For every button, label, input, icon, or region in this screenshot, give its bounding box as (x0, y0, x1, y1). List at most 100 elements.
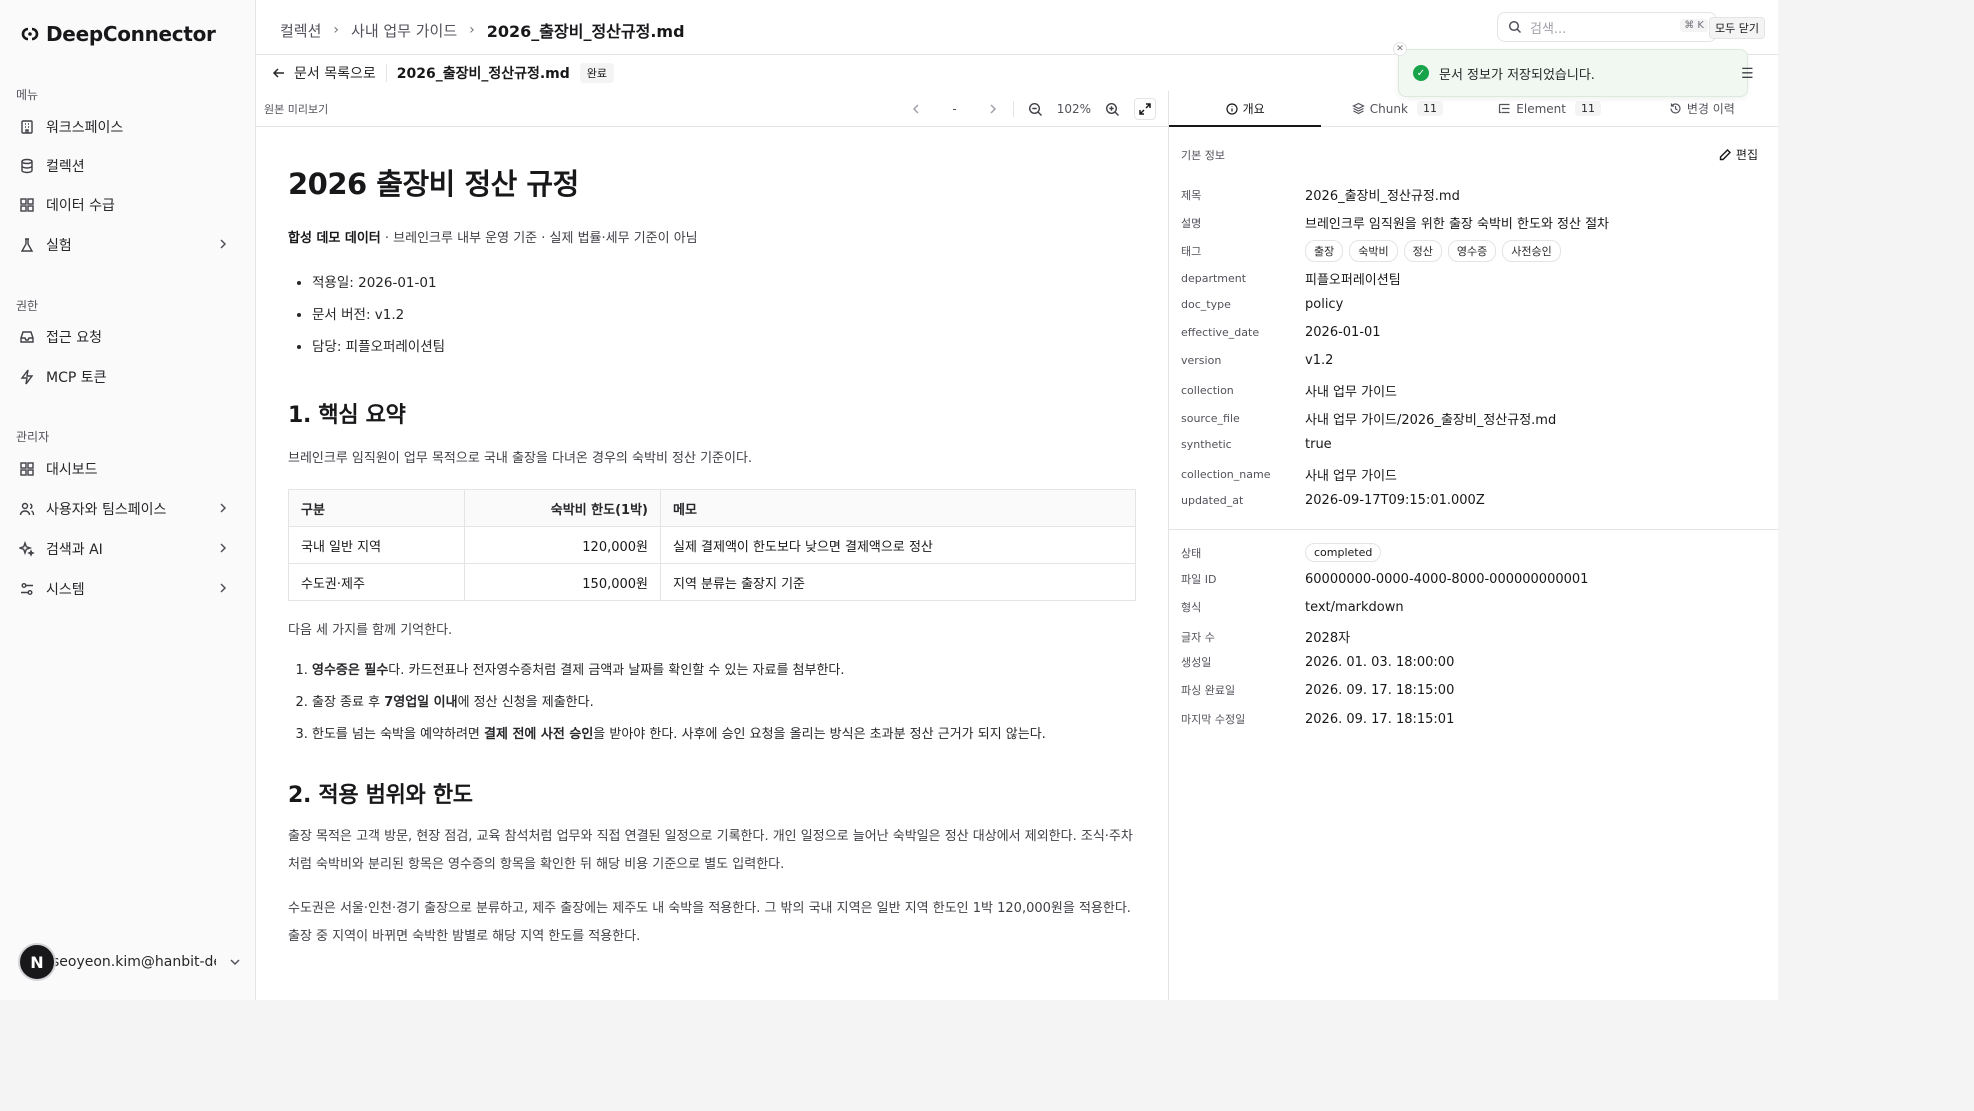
field-key: synthetic (1181, 438, 1232, 451)
sidebar-item-users-teamspaces[interactable]: 사용자와 팀스페이스 (10, 492, 242, 526)
field-key: doc_type (1181, 298, 1231, 311)
user-menu[interactable]: N seoyeon.kim@hanbit-de... (18, 943, 242, 981)
paragraph: 수도권은 서울·인천·경기 출장으로 분류하고, 제주 출장에는 제주도 내 숙… (288, 901, 1131, 944)
field-row: 설명 브레인크루 임직원을 위한 출장 숙박비 한도와 정산 절차 (1181, 213, 1761, 233)
field-value: true (1305, 437, 1332, 452)
field-key: 설명 (1181, 216, 1202, 230)
field-key: 태그 (1181, 245, 1202, 258)
next-page-button[interactable] (987, 103, 999, 115)
tab-label: 변경 이력 (1686, 102, 1735, 116)
flask-icon (18, 236, 36, 254)
field-value: 2026. 09. 17. 18:15:01 (1305, 711, 1455, 727)
chevron-down-icon (228, 954, 242, 973)
chevron-right-icon (218, 581, 228, 599)
field-row: 마지막 수정일 2026. 09. 17. 18:15:01 (1181, 711, 1761, 727)
divider (1012, 101, 1014, 117)
breadcrumb-collection[interactable]: 사내 업무 가이드 (351, 20, 457, 41)
chevron-right-icon (218, 541, 228, 559)
table-cell: 수도권·제주 (288, 563, 465, 601)
field-key: 마지막 수정일 (1181, 713, 1246, 726)
tab-overview[interactable]: 개요 (1169, 91, 1322, 127)
field-key: updated_at (1181, 494, 1244, 507)
sidebar-item-workspace[interactable]: 워크스페이스 (10, 110, 242, 144)
field-row: 파싱 완료일 2026. 09. 17. 18:15:00 (1181, 682, 1761, 698)
limits-table: 구분 숙박비 한도(1박) 메모 국내 일반 지역 120,000원 실제 결제… (288, 489, 1136, 601)
section-heading: 1. 핵심 요약 (288, 403, 406, 428)
field-value: v1.2 (1305, 353, 1334, 368)
tag: 출장 (1305, 240, 1344, 262)
menu-icon[interactable]: ☰ (1741, 66, 1754, 82)
arrow-left-icon (272, 66, 286, 80)
field-row: 글자 수 2028자 (1181, 627, 1761, 647)
sidebar-item-data-ingest[interactable]: 데이터 수급 (10, 188, 242, 222)
close-icon[interactable]: ✕ (1393, 42, 1407, 56)
document-body: 2026 출장비 정산 규정 합성 데모 데이터 · 브레인크루 내부 운영 기… (288, 161, 1136, 951)
paragraph: 출장 목적은 고객 방문, 현장 점검, 교육 참석처럼 업무와 직접 연결된 … (288, 829, 1133, 872)
search-shortcut: ⌘ K (1680, 19, 1708, 32)
sidebar: DeepConnector 메뉴 워크스페이스 컬렉션 데이터 수급 실험 권한… (0, 0, 256, 1000)
field-row: 생성일 2026. 01. 03. 18:00:00 (1181, 654, 1761, 670)
back-label: 문서 목록으로 (294, 66, 376, 82)
sidebar-item-label: 데이터 수급 (46, 198, 115, 214)
zoom-out-button[interactable] (1028, 102, 1043, 117)
list-tree-icon (1498, 102, 1511, 115)
sidebar-item-label: 컬렉션 (46, 159, 85, 175)
preview-header: 원본 미리보기 - 102% (256, 91, 1168, 127)
info-icon (1225, 102, 1238, 115)
field-row: collection_name 사내 업무 가이드 (1181, 465, 1761, 484)
field-row: doc_type policy (1181, 297, 1761, 312)
sidebar-item-experiments[interactable]: 실험 (10, 228, 242, 262)
field-value: 사내 업무 가이드 (1305, 469, 1397, 484)
tab-count: 11 (1574, 101, 1601, 116)
sidebar-item-dashboard[interactable]: 대시보드 (10, 452, 242, 486)
edit-button[interactable]: 편집 (1718, 146, 1758, 163)
field-row: 제목 2026_출장비_정산규정.md (1181, 185, 1761, 205)
tab-label: 개요 (1242, 102, 1265, 116)
chevron-right-icon: › (333, 22, 340, 38)
dismiss-all-button[interactable]: 모두 닫기 (1709, 17, 1765, 39)
field-value: 2026-01-01 (1305, 325, 1381, 340)
table-cell: 실제 결제액이 한도보다 낮으면 결제액으로 정산 (660, 526, 1136, 564)
sidebar-item-collections[interactable]: 컬렉션 (10, 149, 242, 183)
tag: 정산 (1403, 240, 1442, 262)
sidebar-item-label: 접근 요청 (46, 330, 102, 346)
sidebar-item-search-ai[interactable]: 검색과 AI (10, 532, 242, 566)
nav-section-admin: 관리자 (16, 430, 50, 444)
chevron-right-icon (218, 501, 228, 519)
tab-count: 11 (1416, 101, 1443, 116)
zoom-in-button[interactable] (1105, 102, 1120, 117)
paragraph: 다음 세 가지를 함께 기억한다. (288, 623, 453, 638)
list-item: 영수증은 필수다. 카드전표나 전자영수증처럼 결제 금액과 날짜를 확인할 수… (312, 655, 1136, 687)
table-cell: 국내 일반 지역 (288, 526, 465, 564)
bolt-icon (18, 368, 36, 386)
field-row: source_file 사내 업무 가이드/2026_출장비_정산규정.md (1181, 409, 1761, 428)
brand-logo[interactable]: DeepConnector (20, 22, 216, 46)
avatar: N (18, 943, 56, 981)
field-row: updated_at 2026-09-17T09:15:01.000Z (1181, 493, 1761, 508)
source-preview: 원본 미리보기 - 102% 2026 출장비 정산 규정 합성 데모 데이터 … (256, 91, 1169, 1000)
field-row: synthetic true (1181, 437, 1761, 452)
prev-page-button[interactable] (910, 103, 922, 115)
sidebar-item-system[interactable]: 시스템 (10, 572, 242, 606)
field-key: 제목 (1181, 188, 1202, 202)
page-indicator: - (952, 102, 957, 116)
search-icon (1508, 20, 1522, 34)
field-value: 60000000-0000-4000-8000-000000000001 (1305, 571, 1589, 587)
field-key: 형식 (1181, 601, 1202, 614)
search-input[interactable]: 검색... ⌘ K (1497, 12, 1717, 42)
sidebar-item-access-requests[interactable]: 접근 요청 (10, 320, 242, 354)
toast-message: 문서 정보가 저장되었습니다. (1439, 67, 1595, 83)
bold-text: 영수증은 필수 (312, 663, 389, 678)
back-to-list-button[interactable]: 문서 목록으로 (272, 63, 376, 83)
meta-list: 적용일: 2026-01-01 문서 버전: v1.2 담당: 피플오퍼레이션팀 (312, 267, 1136, 363)
field-value: text/markdown (1305, 599, 1404, 615)
sidebar-item-mcp-tokens[interactable]: MCP 토큰 (10, 360, 242, 394)
field-value: 2026. 09. 17. 18:15:00 (1305, 682, 1455, 698)
tag: 사전승인 (1502, 240, 1561, 262)
text: 에 정산 신청을 제출한다. (457, 695, 594, 710)
breadcrumb-current: 2026_출장비_정산규정.md (486, 22, 685, 41)
breadcrumb-collections[interactable]: 컬렉션 (280, 20, 321, 41)
sidebar-item-label: MCP 토큰 (46, 370, 107, 386)
expand-button[interactable] (1134, 98, 1156, 120)
list-item: 담당: 피플오퍼레이션팀 (312, 331, 1136, 363)
